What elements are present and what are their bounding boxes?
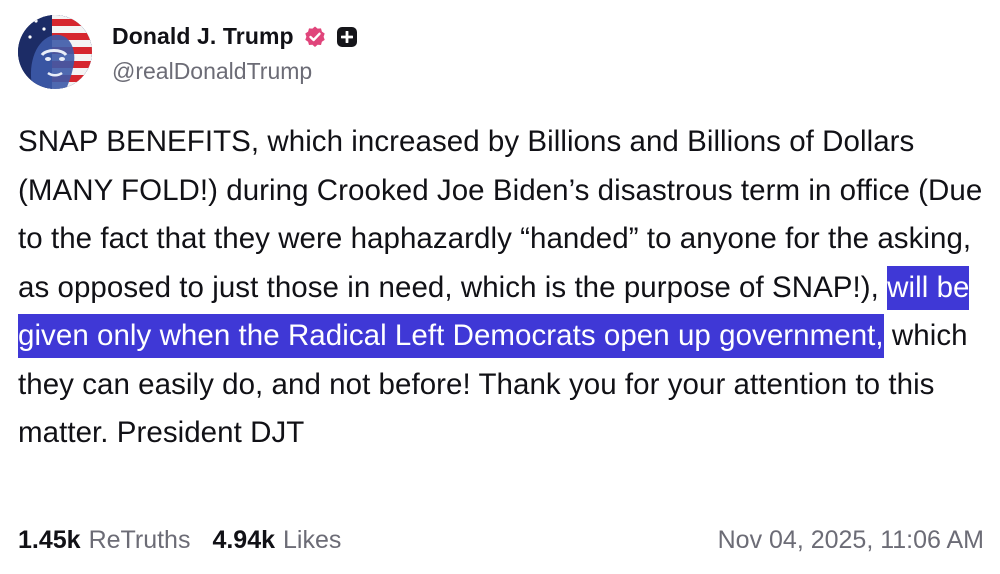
likes-label: Likes — [283, 525, 342, 554]
display-name[interactable]: Donald J. Trump — [112, 23, 294, 50]
avatar[interactable] — [18, 15, 92, 89]
retruths-count: 1.45k — [18, 525, 81, 554]
author-identity: Donald J. Trump @realDonaldTrump — [112, 20, 358, 85]
verified-badge-icon — [303, 25, 327, 49]
likes-stat[interactable]: 4.94k Likes — [212, 526, 341, 555]
name-row: Donald J. Trump — [112, 20, 358, 54]
retruths-stat[interactable]: 1.45k ReTruths — [18, 526, 190, 555]
user-handle[interactable]: @realDonaldTrump — [112, 58, 358, 85]
post-header: Donald J. Trump @realDonaldTrump — [18, 14, 358, 90]
retruths-label: ReTruths — [88, 525, 191, 554]
likes-count: 4.94k — [212, 525, 276, 554]
truth-post: Donald J. Trump @realDonaldTrump SNAP BE… — [0, 0, 1000, 574]
post-text: SNAP BENEFITS, which increased by Billio… — [18, 118, 993, 458]
post-footer: 1.45k ReTruths 4.94k Likes Nov 04, 2025,… — [18, 520, 984, 560]
post-text-before: SNAP BENEFITS, which increased by Billio… — [18, 125, 983, 304]
post-timestamp[interactable]: Nov 04, 2025, 11:06 AM — [718, 526, 984, 555]
plus-badge-icon — [336, 26, 358, 48]
